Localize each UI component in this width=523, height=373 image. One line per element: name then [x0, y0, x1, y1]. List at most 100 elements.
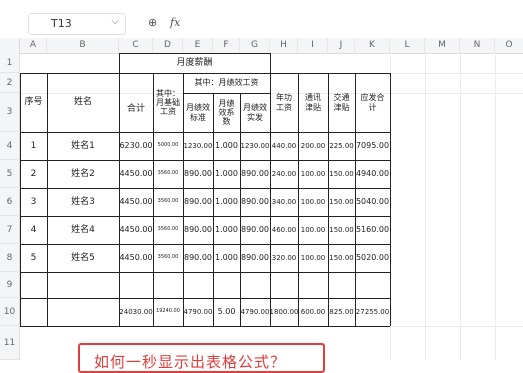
cell-seq[interactable]: 3 [20, 188, 47, 216]
row-header-4[interactable]: 4 [0, 132, 20, 160]
cell-base[interactable]: 3560.00 [153, 244, 183, 272]
cell-name[interactable]: 姓名4 [47, 216, 119, 244]
cell-perf-std[interactable]: 1230.00 [183, 132, 213, 160]
col-header-k[interactable]: K [355, 38, 390, 53]
cell-payable[interactable]: 4940.00 [355, 160, 390, 188]
cell-perf-std[interactable]: 890.00 [183, 244, 213, 272]
col-header-m[interactable]: M [425, 38, 460, 53]
cell-transport[interactable]: 150.00 [328, 216, 355, 244]
cell-name[interactable]: 姓名2 [47, 160, 119, 188]
col-header-o[interactable]: O [495, 38, 523, 53]
row-header-6[interactable]: 6 [0, 188, 20, 216]
total-cell-comm[interactable]: 600.00 [298, 298, 328, 326]
cell-comm[interactable]: 100.00 [298, 188, 328, 216]
cell-name[interactable]: 姓名1 [47, 132, 119, 160]
total-cell-perf-std[interactable]: 4790.00 [183, 298, 213, 326]
row-header-1[interactable]: 1 [0, 53, 20, 73]
total-cell-perf-actual[interactable]: 4790.00 [240, 298, 270, 326]
cell-perf-actual[interactable]: 890.00 [240, 216, 270, 244]
col-header-l[interactable]: L [390, 38, 425, 53]
total-cell-transport[interactable]: 825.00 [328, 298, 355, 326]
cell-base[interactable]: 3560.00 [153, 216, 183, 244]
cell-reference-box[interactable]: T13 ⌵ [28, 13, 126, 35]
col-header-g[interactable]: G [240, 38, 270, 53]
cell-perf-coef[interactable]: 1.000 [213, 160, 240, 188]
col-header-a[interactable]: A [20, 38, 47, 53]
cell-base[interactable]: 3560.00 [153, 188, 183, 216]
total-cell-perf-coef[interactable]: 5.00 [213, 298, 240, 326]
cell-seniority[interactable]: 320.00 [270, 244, 298, 272]
col-header-h[interactable]: H [270, 38, 298, 53]
total-cell-total[interactable]: 24030.00 [119, 298, 153, 326]
cell-comm[interactable]: 100.00 [298, 244, 328, 272]
cell-seq[interactable]: 4 [20, 216, 47, 244]
row-header-9[interactable]: 9 [0, 272, 20, 298]
cell-payable[interactable]: 5040.00 [355, 188, 390, 216]
select-all-corner[interactable] [0, 38, 20, 53]
cell-perf-std[interactable]: 890.00 [183, 160, 213, 188]
row-header-5[interactable]: 5 [0, 160, 20, 188]
cell-comm[interactable]: 100.00 [298, 216, 328, 244]
total-cell-base[interactable]: 19240.00 [153, 298, 183, 326]
chevron-down-icon[interactable]: ⌵ [111, 16, 119, 27]
cell-seniority[interactable]: 240.00 [270, 160, 298, 188]
cell-perf-coef[interactable]: 1.000 [213, 216, 240, 244]
cell-perf-coef[interactable]: 1.000 [213, 188, 240, 216]
cell-perf-actual[interactable]: 890.00 [240, 188, 270, 216]
col-header-d[interactable]: D [153, 38, 183, 53]
header-name: 姓名 [73, 97, 92, 108]
cell-total[interactable]: 4450.00 [119, 188, 153, 216]
header-transport-allowance: 交通津贴 [333, 93, 350, 112]
row-header-10[interactable]: 10 [0, 298, 20, 326]
cell-perf-actual[interactable]: 1230.00 [240, 132, 270, 160]
cell-perf-actual[interactable]: 890.00 [240, 160, 270, 188]
cell-transport[interactable]: 150.00 [328, 244, 355, 272]
header-perf-standard: 月绩效标准 [186, 103, 210, 122]
cell-perf-coef[interactable]: 1.000 [213, 132, 240, 160]
row-header-3[interactable]: 3 [0, 93, 20, 132]
zoom-icon[interactable]: ⊕ [148, 16, 157, 29]
cell-perf-std[interactable]: 890.00 [183, 216, 213, 244]
col-header-n[interactable]: N [460, 38, 495, 53]
cell-seniority[interactable]: 460.00 [270, 216, 298, 244]
cell-name[interactable]: 姓名3 [47, 188, 119, 216]
col-header-j[interactable]: J [328, 38, 355, 53]
total-cell-payable[interactable]: 27255.00 [355, 298, 390, 326]
header-seniority-pay: 年功工资 [276, 93, 292, 112]
cell-perf-std[interactable]: 890.00 [183, 188, 213, 216]
cell-payable[interactable]: 5020.00 [355, 244, 390, 272]
cell-perf-actual[interactable]: 890.00 [240, 244, 270, 272]
cell-seniority[interactable]: 440.00 [270, 132, 298, 160]
cell-name[interactable]: 姓名5 [47, 244, 119, 272]
col-header-c[interactable]: C [119, 38, 153, 53]
cell-payable[interactable]: 5160.00 [355, 216, 390, 244]
cell-seq[interactable]: 2 [20, 160, 47, 188]
cell-perf-coef[interactable]: 1.000 [213, 244, 240, 272]
col-header-i[interactable]: I [298, 38, 328, 53]
cell-comm[interactable]: 200.00 [298, 132, 328, 160]
col-header-e[interactable]: E [183, 38, 213, 53]
cell-transport[interactable]: 225.00 [328, 132, 355, 160]
table-border [20, 326, 390, 327]
col-header-b[interactable]: B [47, 38, 119, 53]
row-header-7[interactable]: 7 [0, 216, 20, 244]
cell-total[interactable]: 4450.00 [119, 216, 153, 244]
row-header-2[interactable]: 2 [0, 73, 20, 93]
cell-total[interactable]: 6230.00 [119, 132, 153, 160]
cell-seniority[interactable]: 340.00 [270, 188, 298, 216]
cell-transport[interactable]: 150.00 [328, 188, 355, 216]
row-header-8[interactable]: 8 [0, 244, 20, 272]
cell-transport[interactable]: 150.00 [328, 160, 355, 188]
cell-seq[interactable]: 5 [20, 244, 47, 272]
cell-total[interactable]: 4450.00 [119, 244, 153, 272]
cell-base[interactable]: 3560.00 [153, 160, 183, 188]
cell-seq[interactable]: 1 [20, 132, 47, 160]
cell-base[interactable]: 5000.00 [153, 132, 183, 160]
cell-comm[interactable]: 100.00 [298, 160, 328, 188]
col-header-f[interactable]: F [213, 38, 240, 53]
cell-total[interactable]: 4450.00 [119, 160, 153, 188]
cell-payable[interactable]: 7095.00 [355, 132, 390, 160]
function-icon[interactable]: fx [170, 16, 180, 29]
total-cell-seniority[interactable]: 1800.00 [270, 298, 298, 326]
row-header-11[interactable]: 11 [0, 326, 20, 360]
